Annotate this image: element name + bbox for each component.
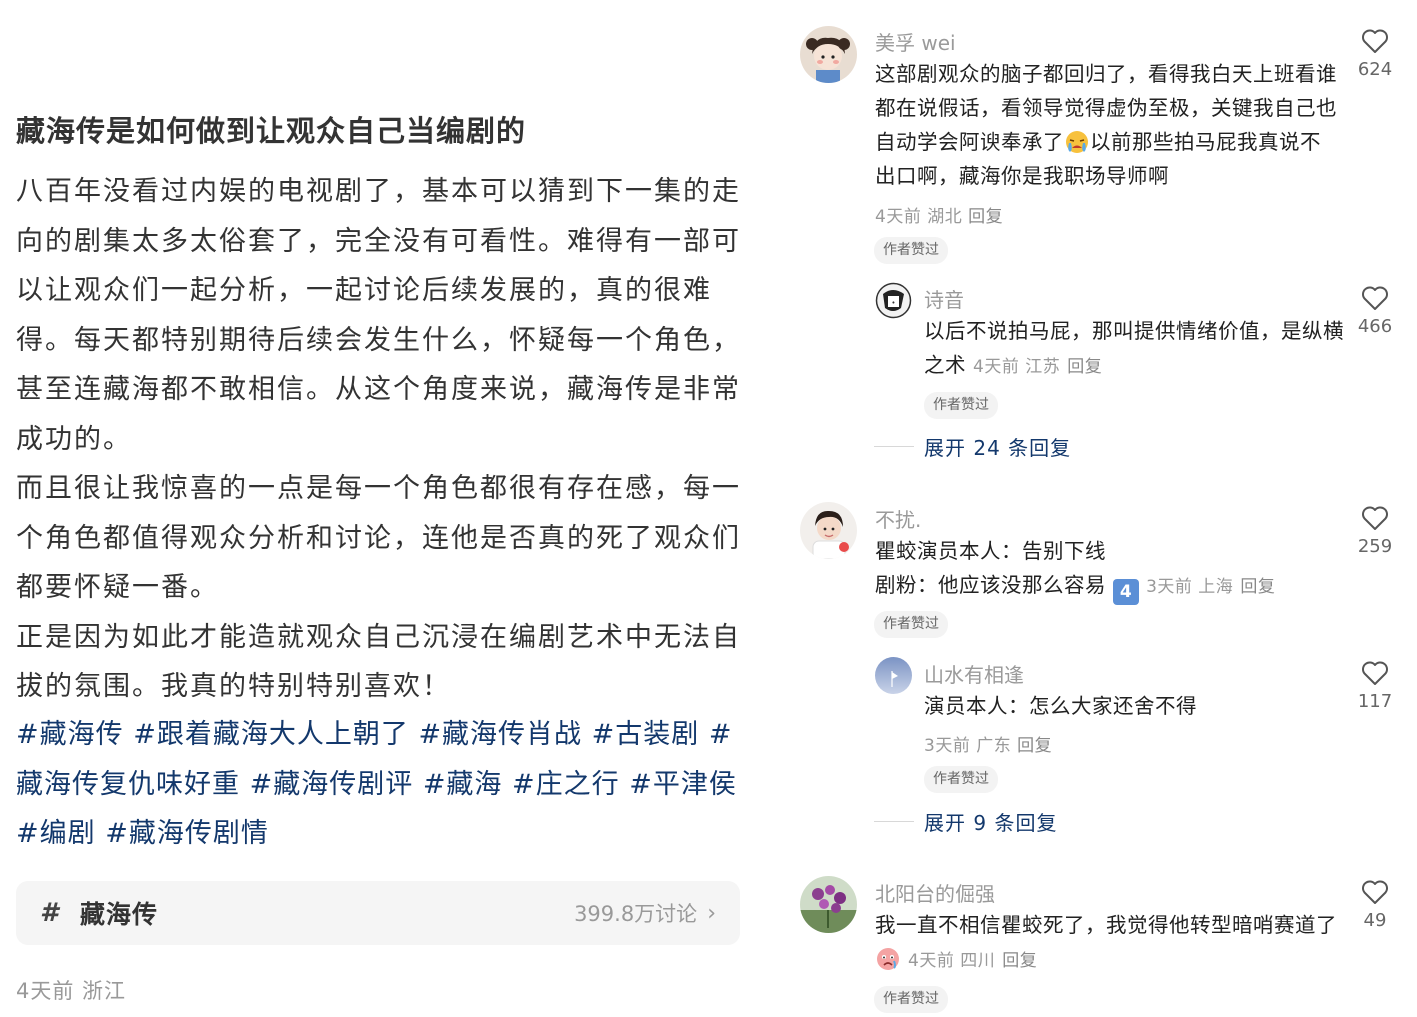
comment-time-location: 3天前 上海: [1146, 577, 1234, 597]
comment-text-part: 剧粉：他应该没那么容易: [875, 573, 1106, 597]
like-button[interactable]: 466: [1350, 285, 1400, 337]
comment-text: 瞿蛟演员本人：告别下线 剧粉：他应该没那么容易 4 3天前 上海 回复: [875, 534, 1340, 605]
post-paragraph: 而且很让我惊喜的一点是每一个角色都很有存在感，每一个角色都值得观众分析和讨论，连…: [16, 473, 741, 603]
svg-text:•: •: [891, 299, 895, 307]
topic-discussion-count: 399.8万讨论: [574, 902, 698, 926]
reply-button[interactable]: 回复: [1067, 357, 1102, 377]
reply-button[interactable]: 回复: [1240, 577, 1275, 597]
heart-icon: [1362, 661, 1388, 685]
post-paragraph: 正是因为如此才能造就观众自己沉浸在编剧艺术中无法自拔的氛围。我真的特别特别喜欢！: [16, 621, 741, 703]
heart-icon: [1362, 29, 1388, 53]
reply-button[interactable]: 回复: [1017, 736, 1052, 756]
hashtag[interactable]: #古装剧: [592, 719, 700, 750]
author-liked-badge: 作者赞过: [924, 392, 998, 419]
crying-emoji: [1064, 128, 1090, 154]
comment-time-location: 4天前 四川: [908, 951, 996, 971]
comment-text-part: 我一直不相信瞿蛟死了，我觉得他转型暗哨赛道了: [875, 913, 1337, 937]
comment-section: 美孚 wei 这部剧观众的脑子都回归了，看得我白天上班看谁都在说假话，看领导觉得…: [790, 0, 1417, 1017]
heart-icon: [1362, 880, 1388, 904]
topic-name: 藏海传: [80, 900, 159, 929]
reply-button[interactable]: 回复: [1002, 951, 1037, 971]
avatar[interactable]: [800, 876, 857, 933]
comment-line: 瞿蛟演员本人：告别下线: [875, 539, 1106, 563]
comment-text: 这部剧观众的脑子都回归了，看得我白天上班看谁都在说假话，看领导觉得虚伪至极，关键…: [875, 57, 1340, 193]
author-liked-badge: 作者赞过: [874, 986, 948, 1013]
topic-card[interactable]: # 藏海传 399.8万讨论 ›: [16, 881, 740, 945]
comment-meta: 4天前 湖北 回复: [875, 202, 1003, 227]
divider-line: [874, 446, 914, 447]
post-title: 藏海传是如何做到让观众自己当编剧的: [16, 114, 527, 148]
hashtag[interactable]: #跟着藏海大人上朝了: [133, 719, 409, 750]
hashtag[interactable]: #藏海传剧评: [250, 769, 414, 800]
divider-line: [874, 821, 914, 822]
like-count: 624: [1357, 59, 1393, 80]
post-body: 八百年没看过内娱的电视剧了，基本可以猜到下一集的走向的剧集太多太俗套了，完全没有…: [16, 167, 746, 712]
chevron-right-icon: ›: [707, 900, 716, 926]
like-count: 259: [1357, 536, 1393, 557]
hashtag[interactable]: #庄之行: [512, 769, 620, 800]
tag-list: #藏海传 #跟着藏海大人上朝了 #藏海传肖战 #古装剧 #藏海传复仇味好重 #藏…: [16, 710, 746, 859]
like-button[interactable]: 624: [1350, 28, 1400, 80]
avatar[interactable]: [875, 657, 912, 694]
expand-replies-label: 展开 24 条回复: [924, 436, 1072, 460]
hashtag[interactable]: #藏海传: [16, 719, 124, 750]
post-paragraph: 八百年没看过内娱的电视剧了，基本可以猜到下一集的走向的剧集太多太俗套了，完全没有…: [16, 176, 741, 455]
avatar[interactable]: •: [875, 282, 912, 319]
hash-icon: #: [40, 898, 59, 928]
expand-replies[interactable]: 展开 9 条回复: [874, 807, 1057, 836]
avatar[interactable]: [800, 502, 857, 559]
hashtag[interactable]: #藏海传肖战: [418, 719, 582, 750]
like-count: 49: [1363, 910, 1387, 931]
like-button[interactable]: 259: [1350, 505, 1400, 557]
hashtag[interactable]: #藏海传剧情: [105, 818, 269, 849]
expand-replies-label: 展开 9 条回复: [924, 811, 1058, 835]
hashtag[interactable]: #藏海: [423, 769, 503, 800]
comment-time-location: 3天前 广东: [924, 736, 1012, 756]
author-liked-badge: 作者赞过: [924, 766, 998, 793]
sad-face-emoji: [875, 945, 901, 971]
commenter-name[interactable]: 诗音: [924, 284, 964, 313]
hashtag[interactable]: #编剧: [16, 818, 96, 849]
hashtag[interactable]: #平津侯: [629, 769, 737, 800]
author-liked-badge: 作者赞过: [874, 611, 948, 638]
post: 藏海传是如何做到让观众自己当编剧的 八百年没看过内娱的电视剧了，基本可以猜到下一…: [0, 0, 760, 1017]
like-count: 117: [1357, 691, 1393, 712]
commenter-name[interactable]: 美孚 wei: [875, 27, 956, 56]
reply-button[interactable]: 回复: [968, 207, 1003, 227]
like-button[interactable]: 117: [1350, 660, 1400, 712]
heart-icon: [1362, 286, 1388, 310]
like-count: 466: [1357, 316, 1393, 337]
avatar[interactable]: [800, 26, 857, 83]
reply-text: 演员本人：怎么大家还舍不得: [924, 694, 1197, 718]
post-meta: 4天前 浙江: [16, 979, 127, 1003]
author-liked-badge: 作者赞过: [874, 237, 948, 264]
comment-time-location: 4天前 湖北: [875, 207, 963, 227]
expand-replies[interactable]: 展开 24 条回复: [874, 432, 1071, 461]
commenter-name[interactable]: 不扰.: [875, 504, 921, 533]
comment-time-location: 4天前 江苏: [973, 357, 1061, 377]
commenter-name[interactable]: 山水有相逢: [924, 659, 1024, 688]
commenter-name[interactable]: 北阳台的倔强: [875, 878, 995, 907]
comment-meta: 3天前 广东 回复: [924, 731, 1052, 756]
comment-line: 剧粉：他应该没那么容易 4 3天前 上海 回复: [875, 568, 1340, 605]
reply-text: 以后不说拍马屁，那叫提供情绪价值，是纵横之术 4天前 江苏 回复: [924, 314, 1344, 384]
like-button[interactable]: 49: [1350, 879, 1400, 931]
keycap-4-emoji: 4: [1113, 579, 1140, 605]
heart-icon: [1362, 506, 1388, 530]
comment-text: 我一直不相信瞿蛟死了，我觉得他转型暗哨赛道了 4天前 四川 回复: [875, 908, 1340, 978]
